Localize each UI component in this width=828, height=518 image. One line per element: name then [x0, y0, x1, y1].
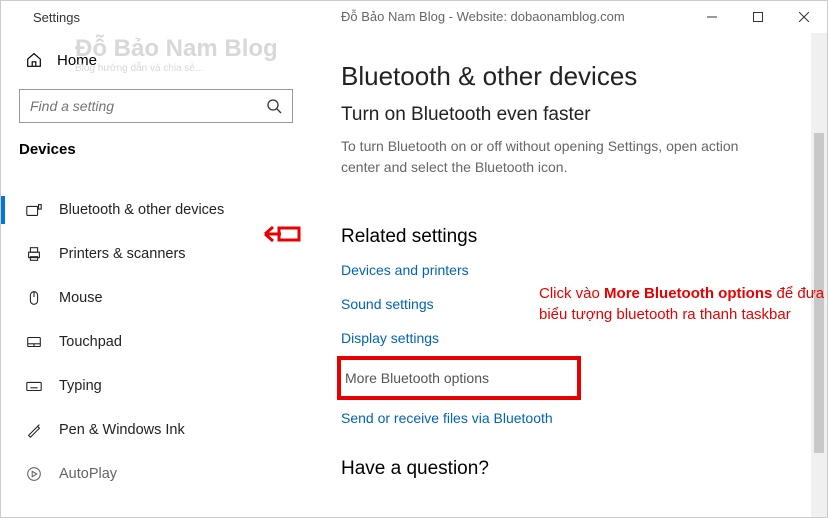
sidebar-item-pen[interactable]: Pen & Windows Ink	[1, 408, 311, 452]
sidebar-item-label: Pen & Windows Ink	[59, 422, 185, 438]
related-title: Related settings	[341, 226, 827, 248]
window-title: Settings	[33, 10, 80, 25]
sidebar-item-label: AutoPlay	[59, 466, 117, 482]
home-label: Home	[57, 52, 97, 69]
page-desc: To turn Bluetooth on or off without open…	[341, 136, 771, 178]
content-pane: Bluetooth & other devices Turn on Blueto…	[311, 33, 827, 517]
section-label: Devices	[1, 141, 311, 164]
link-send-receive-bt[interactable]: Send or receive files via Bluetooth	[341, 410, 827, 426]
sidebar-item-autoplay[interactable]: AutoPlay	[1, 452, 311, 496]
titlebar-center-text: Đỗ Bảo Nam Blog - Website: dobaonamblog.…	[341, 9, 625, 24]
sidebar-item-typing[interactable]: Typing	[1, 364, 311, 408]
page-subhead: Turn on Bluetooth even faster	[341, 104, 827, 126]
home-icon	[25, 51, 43, 69]
sidebar-item-label: Touchpad	[59, 334, 122, 350]
search-input-wrap[interactable]	[19, 89, 293, 123]
home-button[interactable]: Home	[1, 39, 311, 81]
touchpad-icon	[25, 333, 43, 351]
link-devices-printers[interactable]: Devices and printers	[341, 262, 827, 278]
autoplay-icon	[25, 465, 43, 483]
link-display-settings[interactable]: Display settings	[341, 330, 827, 346]
annotation-text: Click vào More Bluetooth options để đưa …	[539, 283, 828, 325]
bluetooth-icon	[25, 201, 43, 219]
titlebar: Settings Đỗ Bảo Nam Blog - Website: doba…	[1, 1, 827, 33]
sidebar-item-mouse[interactable]: Mouse	[1, 276, 311, 320]
page-title: Bluetooth & other devices	[341, 61, 827, 92]
sidebar-item-label: Typing	[59, 378, 102, 394]
link-more-bluetooth[interactable]: More Bluetooth options	[345, 370, 577, 386]
mouse-icon	[25, 289, 43, 307]
close-button[interactable]	[781, 1, 827, 33]
minimize-button[interactable]	[689, 1, 735, 33]
sidebar-item-label: Printers & scanners	[59, 246, 186, 262]
sidebar-item-touchpad[interactable]: Touchpad	[1, 320, 311, 364]
printer-icon	[25, 245, 43, 263]
sidebar: Home Devices Bluetooth & other devices P…	[1, 33, 311, 517]
sidebar-item-label: Mouse	[59, 290, 103, 306]
typing-icon	[25, 377, 43, 395]
scrollbar[interactable]	[811, 33, 827, 517]
pen-icon	[25, 421, 43, 439]
maximize-button[interactable]	[735, 1, 781, 33]
annotation-arrow-icon	[263, 223, 301, 250]
search-icon	[266, 98, 282, 114]
more-bluetooth-highlight: More Bluetooth options	[337, 356, 581, 400]
question-heading: Have a question?	[341, 458, 827, 480]
search-input[interactable]	[30, 98, 266, 114]
sidebar-item-label: Bluetooth & other devices	[59, 202, 224, 218]
